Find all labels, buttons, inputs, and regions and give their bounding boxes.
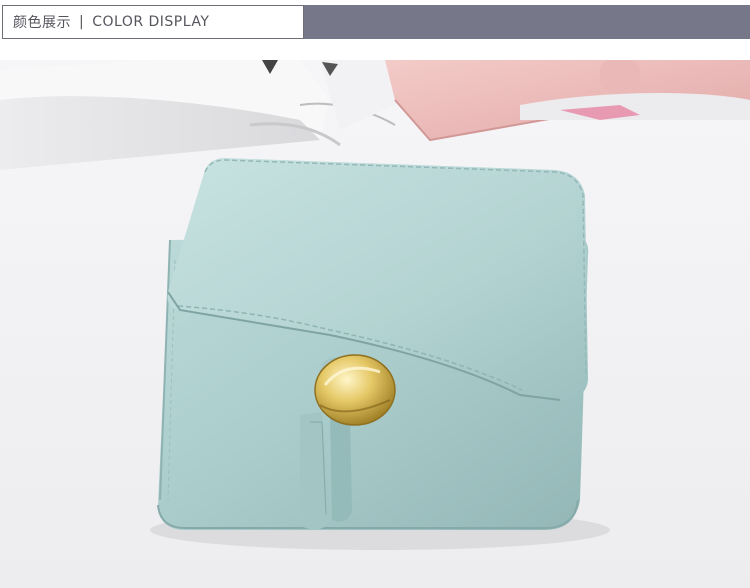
header-separator: | (79, 14, 85, 30)
header-accent-bar (304, 5, 750, 39)
product-photo (0, 60, 750, 588)
wallet-photo-illustration (0, 60, 750, 588)
wallet-icon (157, 158, 589, 530)
header-label-box: 颜色展示 | COLOR DISPLAY (2, 5, 304, 39)
header-title-en: COLOR DISPLAY (92, 14, 210, 30)
header-title-cn: 颜色展示 (13, 15, 71, 31)
section-header: 颜色展示 | COLOR DISPLAY (0, 0, 750, 58)
